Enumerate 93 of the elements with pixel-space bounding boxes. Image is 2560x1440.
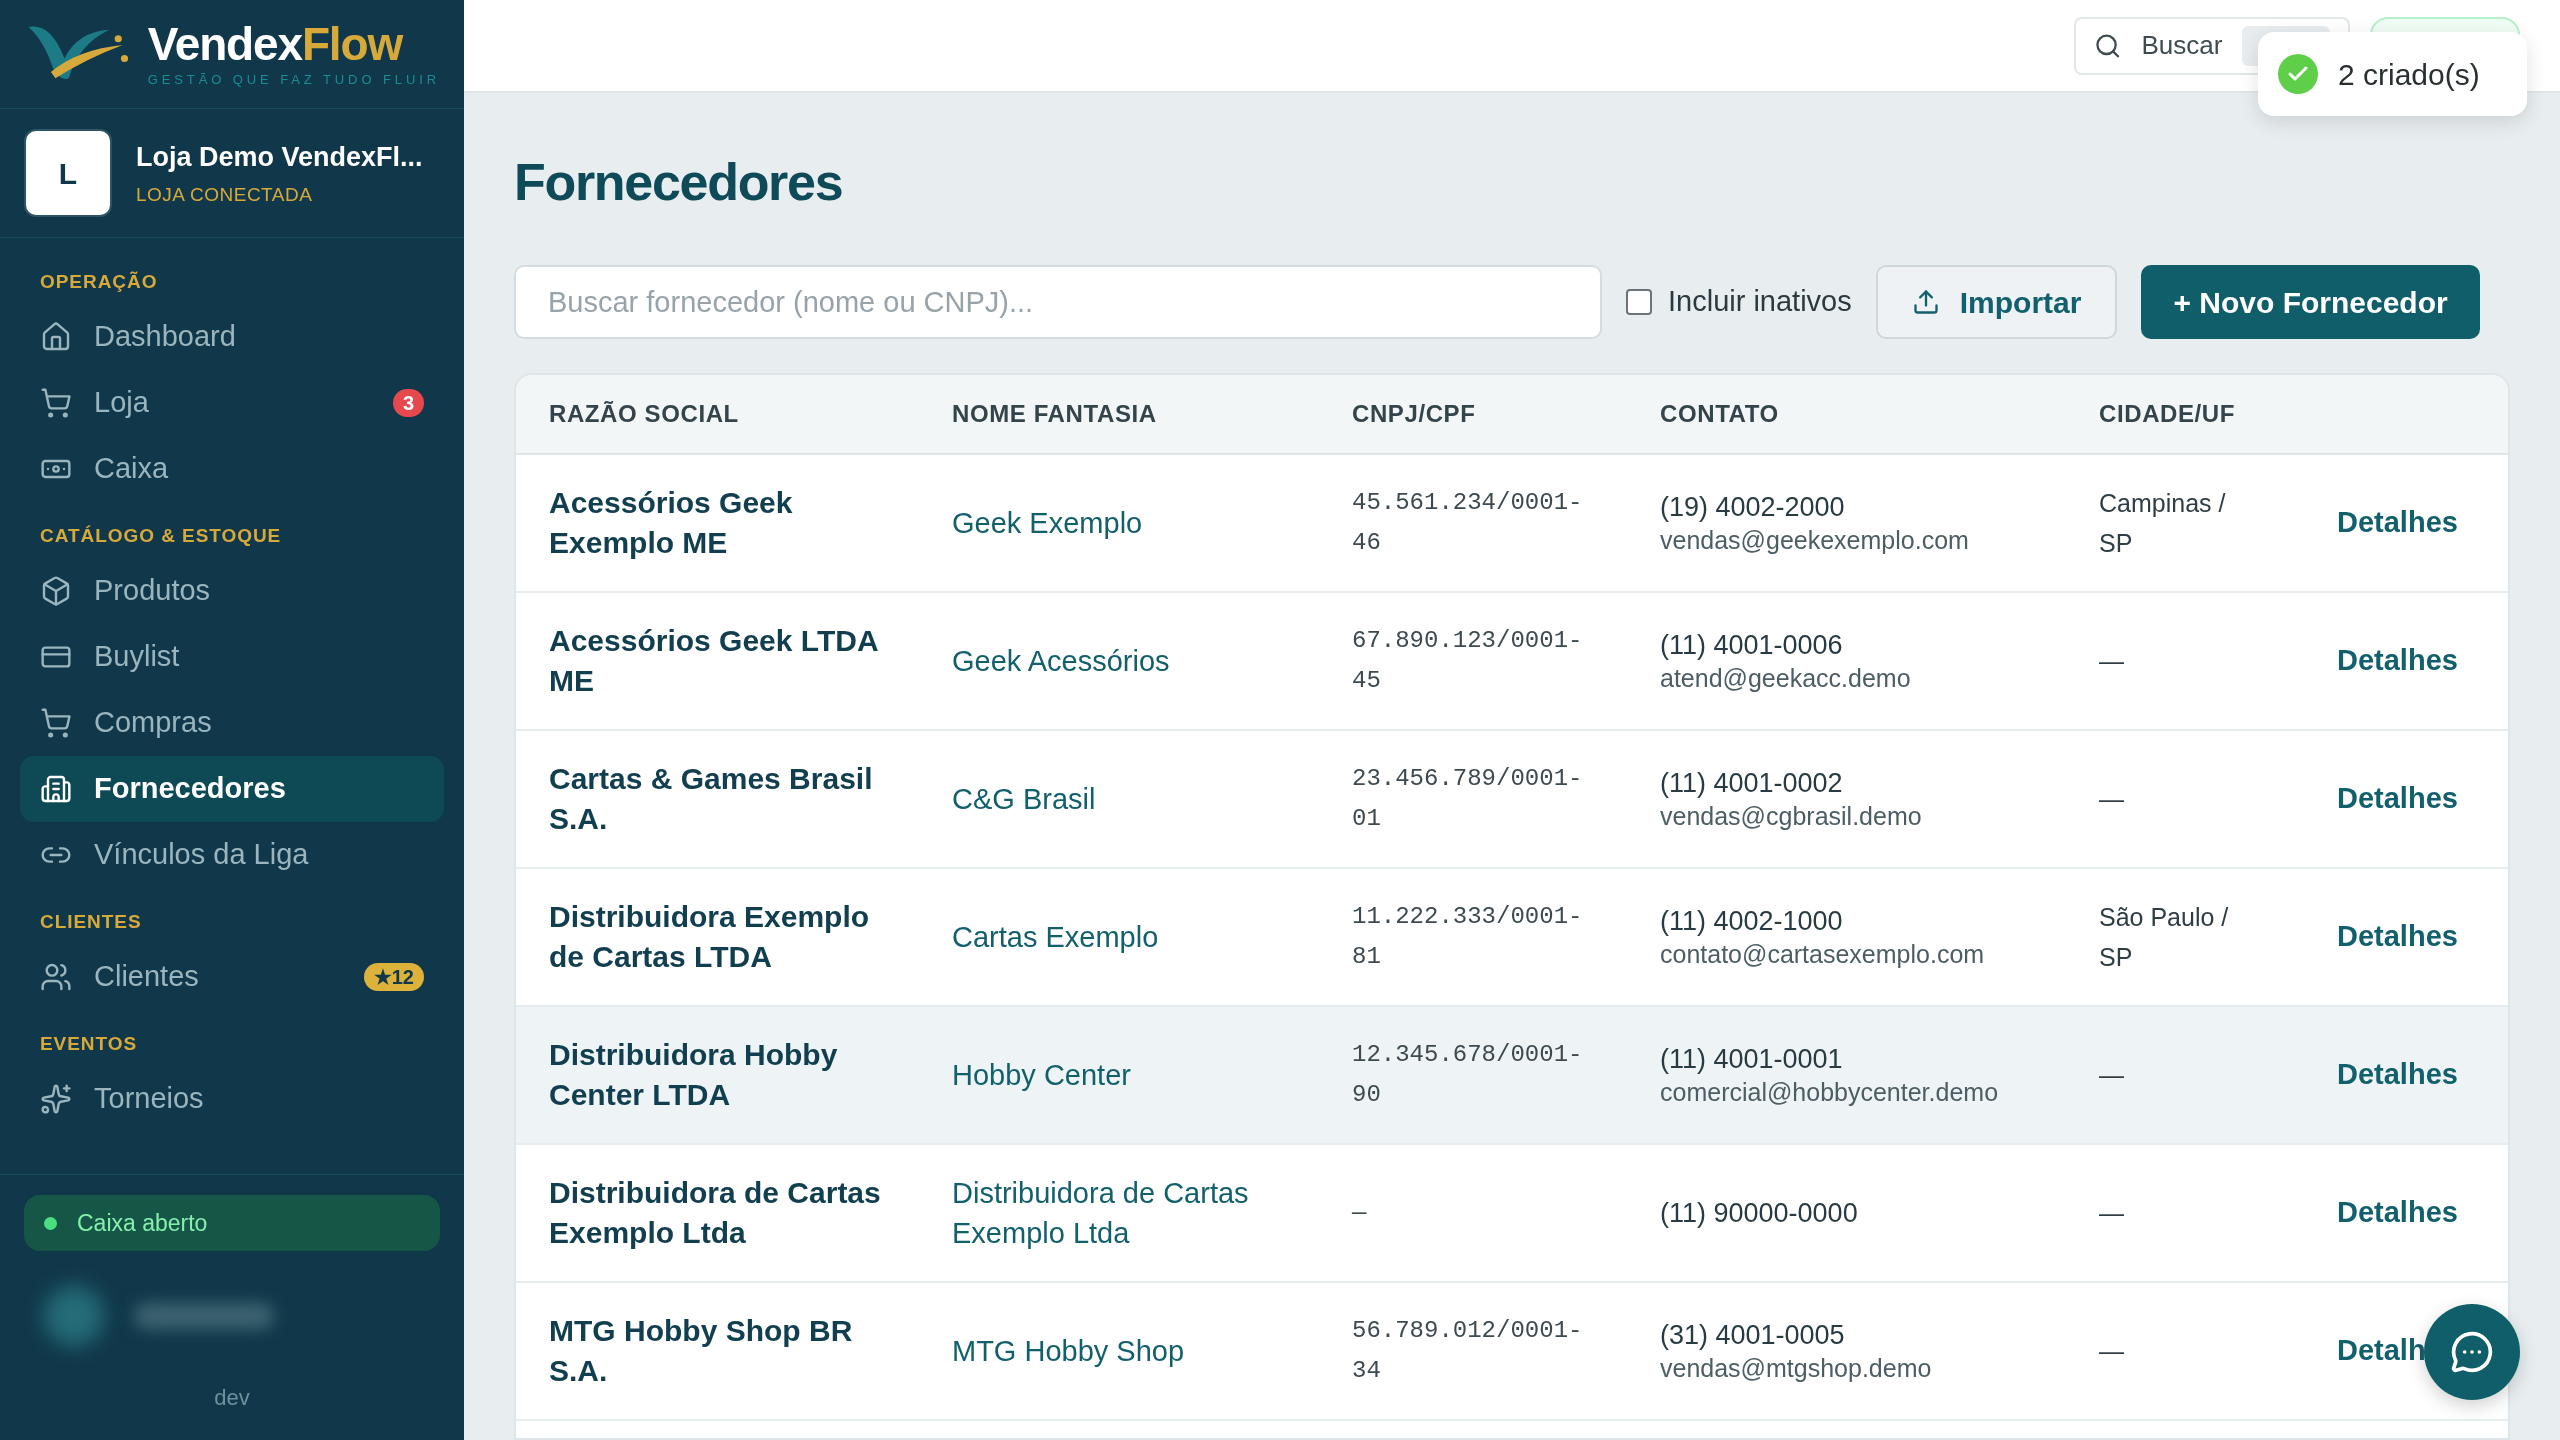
section-label: OPERAÇÃO <box>39 269 159 294</box>
store-avatar: L <box>24 129 112 217</box>
tax-id: 56.789.012/0001-34 <box>1352 1316 1584 1386</box>
column-header: CIDADE/UF <box>2099 399 2237 429</box>
tax-id: 45.561.234/0001-46 <box>1352 488 1584 558</box>
checkbox-label: Incluir inativos <box>1668 284 1852 320</box>
company-name: Acessórios Geek LTDA ME <box>549 623 879 699</box>
company-name: Distribuidora Hobby Center LTDA <box>549 1037 839 1113</box>
phone-number: (31) 4001-0005 <box>1660 1319 1846 1352</box>
nav-item[interactable]: Fornecedores <box>20 756 444 822</box>
city-state: — <box>2099 646 2125 677</box>
email-address: atend@geekacc.demo <box>1660 663 1912 694</box>
column-header: CNPJ/CPF <box>1352 399 1477 429</box>
nav-item[interactable]: Compras <box>20 690 444 756</box>
house-icon <box>40 321 72 353</box>
people-icon <box>40 961 72 993</box>
trade-name: Geek Acessórios <box>952 644 1171 679</box>
section-label: CATÁLOGO & ESTOQUE <box>39 523 283 548</box>
nav-item[interactable]: Produtos <box>20 558 444 624</box>
email-address: vendas@mtgshop.demo <box>1660 1353 1933 1384</box>
city-state: — <box>2099 1198 2125 1229</box>
company-name: Cartas & Games Brasil S.A. <box>549 761 874 837</box>
upload-icon <box>1911 288 1940 316</box>
nav-item[interactable]: Caixa <box>20 436 444 502</box>
details-link[interactable]: Detalh <box>2337 1329 2426 1373</box>
tax-id: 11.222.333/0001-81 <box>1352 902 1584 972</box>
tax-id: 12.345.678/0001-90 <box>1352 1040 1584 1110</box>
company-name: MTG Hobby Shop BR S.A. <box>549 1313 854 1389</box>
count-badge: ★12 <box>363 963 424 991</box>
cart-icon <box>40 707 72 739</box>
chat-icon <box>2450 1330 2494 1374</box>
user-avatar <box>44 1286 104 1346</box>
success-icon <box>2278 54 2318 94</box>
section-label: CLIENTES <box>39 909 143 934</box>
sparkles-icon <box>40 1083 72 1115</box>
environment-label: dev <box>214 1384 250 1412</box>
city-state: — <box>2099 784 2125 815</box>
nav-item[interactable]: Torneios <box>20 1066 444 1132</box>
count-badge: 3 <box>392 389 424 417</box>
phone-number: (11) 4001-0001 <box>1660 1043 1844 1076</box>
company-name: Distribuidora Exemplo de Cartas LTDA <box>549 899 871 975</box>
cart-icon <box>40 387 72 419</box>
phone-number: (11) 4002-1000 <box>1660 905 1844 938</box>
city-state: — <box>2099 1060 2125 1091</box>
email-address: vendas@cgbrasil.demo <box>1660 801 1923 832</box>
trade-name: C&G Brasil <box>952 782 1097 817</box>
column-header: RAZÃO SOCIAL <box>549 399 740 429</box>
supplier-search-field[interactable]: Buscar fornecedor (nome ou CNPJ)... <box>514 265 1602 339</box>
details-link[interactable]: Detalhes <box>2337 915 2458 959</box>
details-link[interactable]: Detalhes <box>2337 777 2458 821</box>
phone-number: (11) 4001-0002 <box>1660 767 1844 800</box>
page-title: Fornecedores <box>514 152 844 213</box>
nav-item[interactable]: Dashboard <box>20 304 444 370</box>
tax-id: — <box>1352 1198 1368 1228</box>
nav-item[interactable]: Buylist <box>20 624 444 690</box>
store-name: Loja Demo VendexFl... <box>136 140 423 174</box>
store-status: LOJA CONECTADA <box>136 183 314 207</box>
cash-status-label: Caixa aberto <box>77 1208 208 1238</box>
tax-id: 67.890.123/0001-45 <box>1352 626 1584 696</box>
import-button[interactable]: Importar <box>1875 265 2118 339</box>
column-header: CONTATO <box>1660 399 1780 429</box>
details-link[interactable]: Detalhes <box>2337 1191 2458 1235</box>
tax-id: 23.456.789/0001-01 <box>1352 764 1584 834</box>
box-icon <box>40 575 72 607</box>
new-supplier-button[interactable]: + Novo Fornecedor <box>2141 265 2480 339</box>
company-name: Distribuidora de Cartas Exemplo Ltda <box>549 1175 882 1251</box>
brand-tagline: GESTÃO QUE FAZ TUDO FLUIR <box>147 71 440 90</box>
trade-name: MTG Hobby Shop <box>952 1334 1186 1369</box>
phone-number: (11) 90000-0000 <box>1660 1197 1859 1230</box>
checkbox[interactable] <box>1626 289 1652 315</box>
city-state: — <box>2099 1336 2125 1367</box>
trade-name: Hobby Center <box>952 1058 1132 1093</box>
trade-name: Cartas Exemplo <box>952 920 1160 955</box>
nav-item[interactable]: Loja 3 <box>20 370 444 436</box>
section-label: EVENTOS <box>39 1031 139 1056</box>
phone-number: (19) 4002-2000 <box>1660 491 1846 524</box>
city-state: São Paulo / SP <box>2099 902 2230 973</box>
trade-name: Geek Exemplo <box>952 506 1144 541</box>
trade-name: Distribuidora de Cartas Exemplo Ltda <box>952 1176 1250 1251</box>
column-header: NOME FANTASIA <box>952 399 1158 429</box>
details-link[interactable]: Detalhes <box>2337 639 2458 683</box>
email-address: contato@cartasexemplo.com <box>1660 939 1986 970</box>
nav-item[interactable]: Vínculos da Liga <box>20 822 444 888</box>
details-link[interactable]: Detalhes <box>2337 501 2458 545</box>
nav-item[interactable]: Clientes ★12 <box>20 944 444 1010</box>
brand-name: VendexFlow <box>147 18 404 71</box>
email-address: vendas@geekexemplo.com <box>1660 525 1970 556</box>
phone-number: (11) 4001-0006 <box>1660 629 1844 662</box>
details-link[interactable]: Detalhes <box>2337 1053 2458 1097</box>
city-state: Campinas / SP <box>2099 488 2227 559</box>
building-icon <box>40 773 72 805</box>
email-address: comercial@hobbycenter.demo <box>1660 1077 2000 1108</box>
company-name: Acessórios Geek Exemplo ME <box>549 485 794 561</box>
